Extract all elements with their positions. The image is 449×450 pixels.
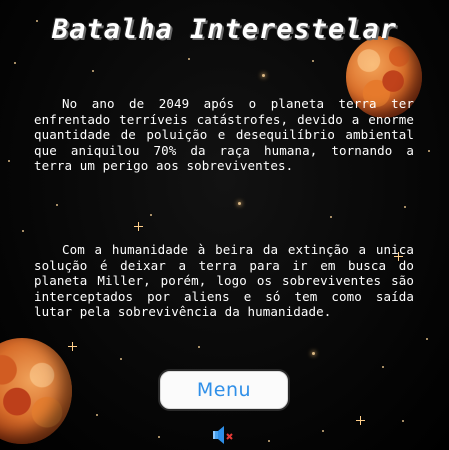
star	[198, 346, 200, 348]
speaker-muted-icon	[213, 426, 233, 444]
star	[382, 366, 384, 368]
star	[150, 214, 152, 216]
menu-button-label: Menu	[196, 379, 252, 401]
planet-left	[0, 338, 72, 444]
star	[268, 440, 270, 442]
star	[158, 436, 160, 438]
story-paragraph-1: No ano de 2049 após o planeta terra ter …	[34, 96, 414, 173]
star-sparkle	[68, 342, 77, 351]
star	[330, 216, 332, 218]
game-intro-screen: Batalha Interestelar No ano de 2049 após…	[0, 0, 449, 450]
game-title: Batalha Interestelar	[51, 14, 398, 45]
sound-toggle-button[interactable]	[211, 424, 235, 446]
star	[426, 338, 428, 340]
star	[312, 352, 315, 355]
star	[238, 202, 241, 205]
star	[56, 204, 58, 206]
star	[312, 60, 314, 62]
star	[188, 58, 190, 60]
star	[92, 70, 94, 72]
star	[8, 160, 10, 162]
star	[14, 62, 16, 64]
story-paragraph-2: Com a humanidade à beira da extinção a u…	[34, 242, 414, 319]
menu-button[interactable]: Menu	[158, 369, 290, 411]
star	[262, 74, 265, 77]
star-sparkle	[356, 416, 365, 425]
star	[428, 150, 430, 152]
star	[404, 206, 406, 208]
star	[322, 430, 324, 432]
star-sparkle	[134, 222, 143, 231]
star	[22, 230, 24, 232]
star	[96, 414, 98, 416]
star	[120, 358, 122, 360]
star	[402, 420, 404, 422]
